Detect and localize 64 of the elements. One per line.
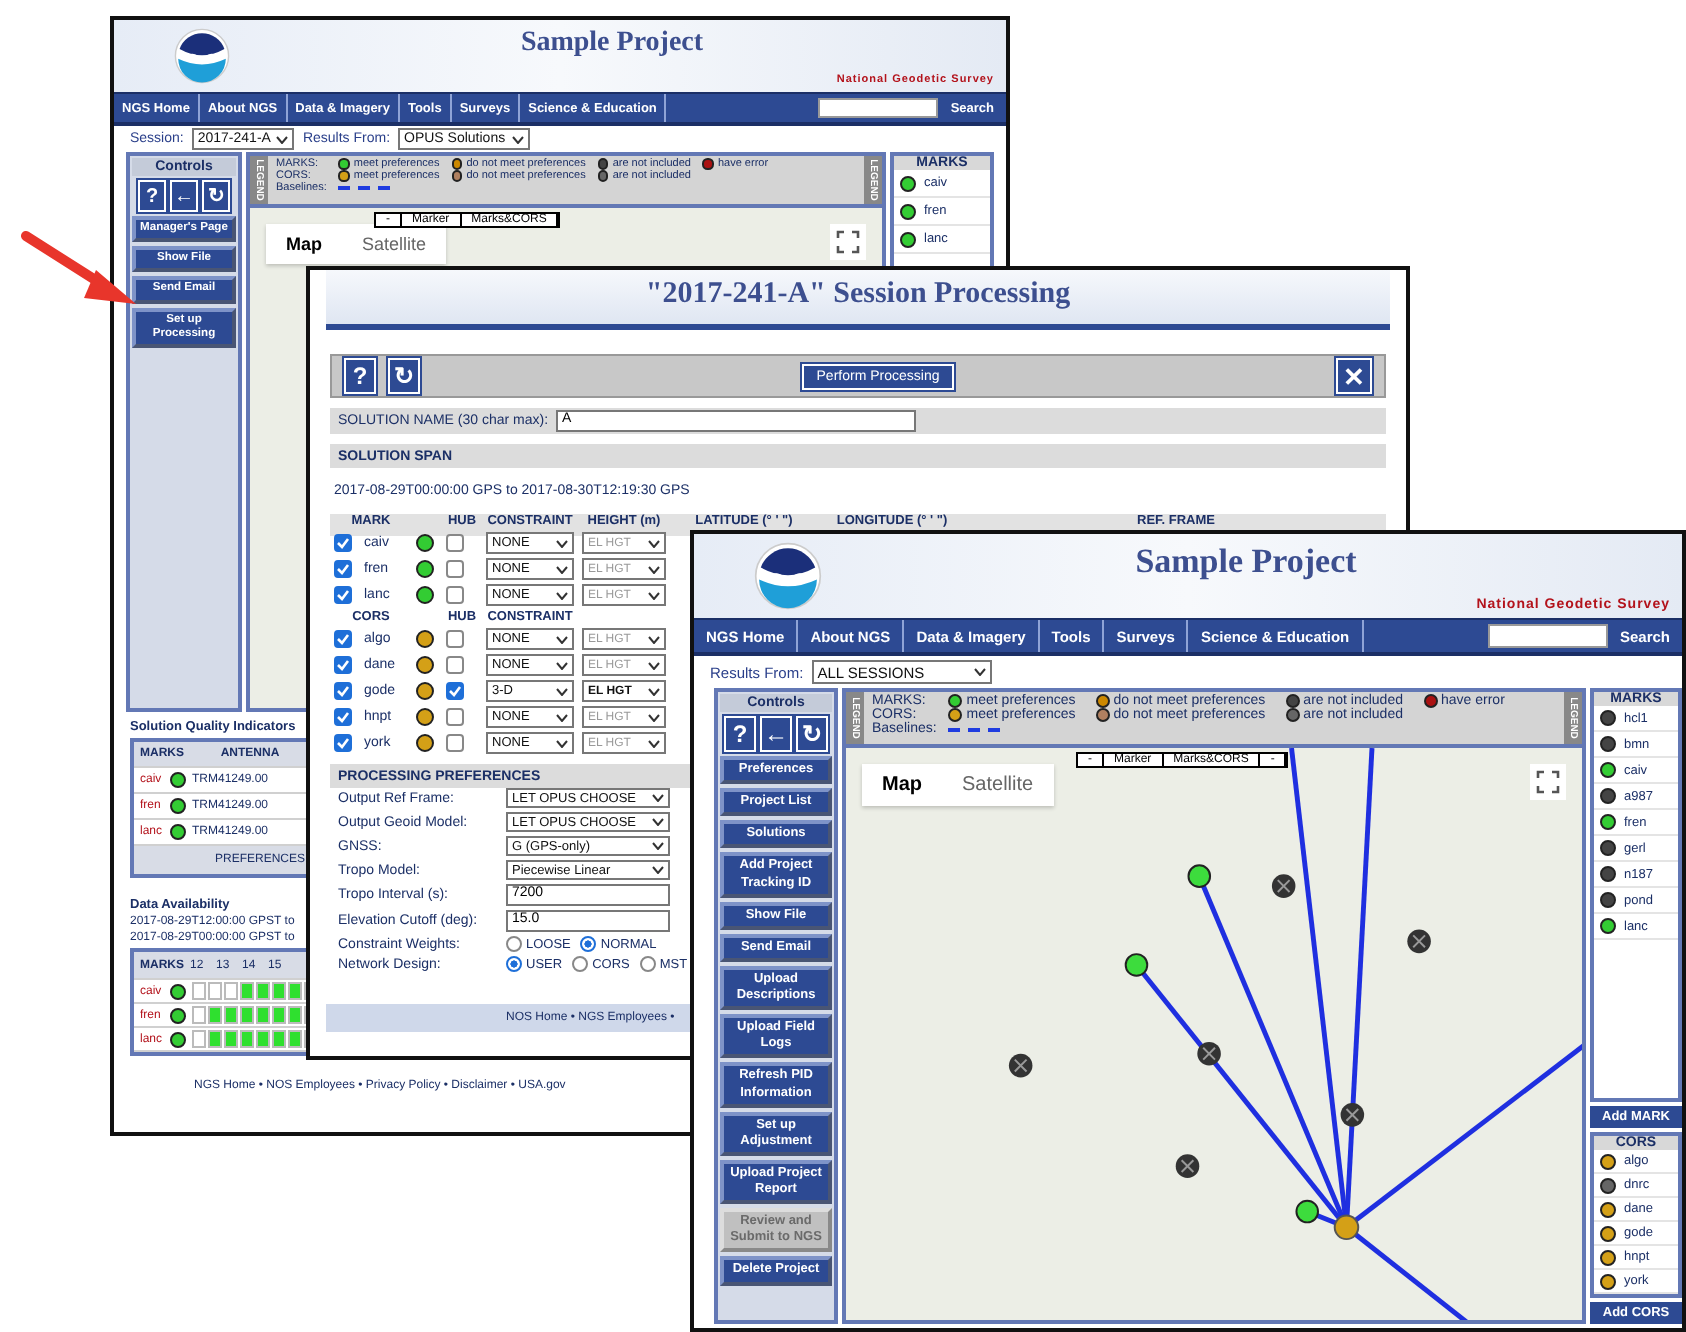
- caret-icon: [276, 135, 289, 143]
- caret-icon: [556, 739, 568, 747]
- icon-button[interactable]: ?: [724, 716, 756, 752]
- caret-icon: [648, 591, 660, 599]
- checkbox[interactable]: [446, 534, 464, 552]
- caret-icon: [648, 739, 660, 747]
- checkbox[interactable]: [334, 534, 352, 552]
- map-tab[interactable]: Map: [862, 764, 942, 806]
- checkbox[interactable]: [446, 656, 464, 674]
- caret-icon: [556, 687, 568, 695]
- checkbox[interactable]: [446, 708, 464, 726]
- baseline-swatch-icon: [948, 727, 1001, 731]
- fullscreen-icon[interactable]: [830, 224, 866, 260]
- baseline-swatch-icon: [338, 186, 391, 190]
- map-tab[interactable]: Satellite: [342, 224, 447, 264]
- caret-icon: [648, 565, 660, 573]
- dialog-title: "2017-241-A" Session Processing: [326, 270, 1390, 330]
- site-title: Sample Project: [518, 26, 706, 60]
- checkbox[interactable]: [334, 630, 352, 648]
- caret-icon: [648, 661, 660, 669]
- checkbox[interactable]: [334, 734, 352, 752]
- caret-icon: [648, 713, 660, 721]
- map-tab[interactable]: Satellite: [942, 764, 1054, 806]
- icon-button[interactable]: ↻: [796, 716, 828, 752]
- caret-icon: [652, 866, 664, 874]
- close-button[interactable]: ✕: [1336, 358, 1372, 394]
- search-field[interactable]: [818, 98, 939, 118]
- caret-icon: [652, 794, 664, 802]
- icon-button[interactable]: ?: [344, 358, 376, 394]
- caret-icon: [648, 635, 660, 643]
- caret-icon: [652, 818, 664, 826]
- icon-button[interactable]: ↻: [202, 180, 230, 212]
- map-tab[interactable]: Map: [266, 224, 342, 264]
- checkbox[interactable]: [334, 708, 352, 726]
- checkbox[interactable]: [334, 682, 352, 700]
- icon-button[interactable]: ↻: [388, 358, 420, 394]
- checkbox[interactable]: [446, 630, 464, 648]
- caret-icon: [556, 539, 568, 547]
- checkbox[interactable]: [446, 734, 464, 752]
- caret-icon: [973, 668, 986, 676]
- logo-icon: [754, 542, 822, 610]
- fullscreen-icon[interactable]: [1530, 764, 1566, 800]
- search-field[interactable]: [1487, 624, 1608, 648]
- caret-icon: [648, 539, 660, 547]
- checkbox[interactable]: [334, 560, 352, 578]
- icon-button[interactable]: ?: [138, 180, 166, 212]
- caret-icon: [648, 687, 660, 695]
- caret-icon: [556, 713, 568, 721]
- caret-icon: [556, 661, 568, 669]
- checkbox[interactable]: [334, 656, 352, 674]
- checkbox[interactable]: [446, 586, 464, 604]
- checkbox[interactable]: [334, 586, 352, 604]
- checkbox[interactable]: [446, 682, 464, 700]
- callout-arrow: [20, 226, 140, 310]
- checkbox[interactable]: [446, 560, 464, 578]
- caret-icon: [652, 842, 664, 850]
- caret-icon: [511, 135, 524, 143]
- logo-icon: [174, 28, 230, 84]
- caret-icon: [556, 591, 568, 599]
- caret-icon: [556, 565, 568, 573]
- site-title: Sample Project: [1133, 540, 1359, 582]
- icon-button[interactable]: ←: [170, 180, 198, 212]
- icon-button[interactable]: ←: [760, 716, 792, 752]
- caret-icon: [556, 635, 568, 643]
